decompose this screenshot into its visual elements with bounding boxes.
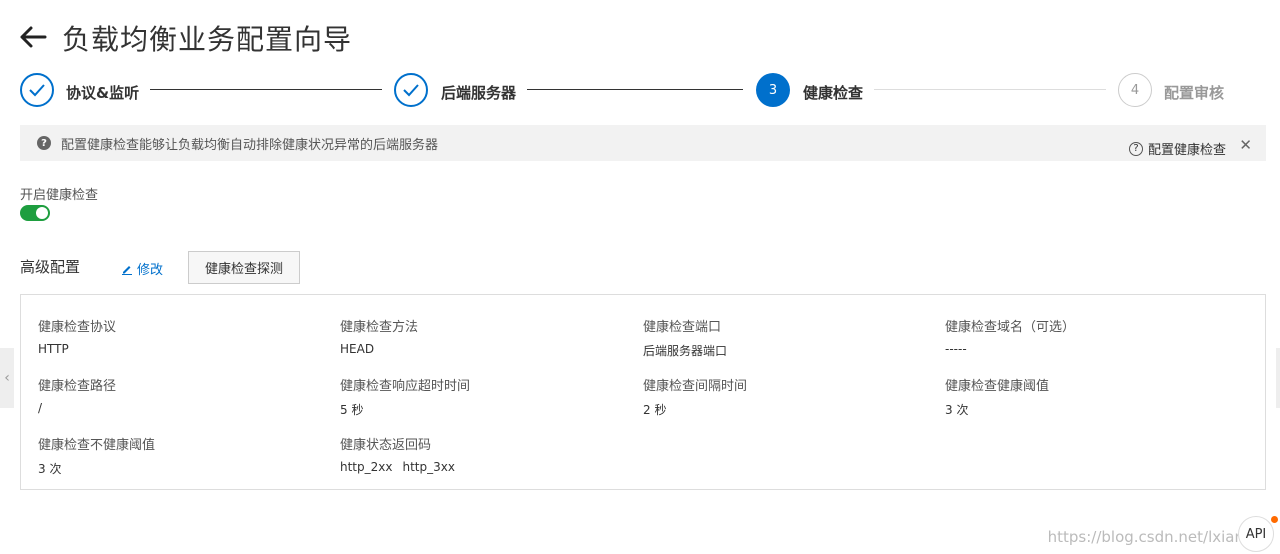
config-value: 3 次 — [38, 462, 62, 476]
help-link[interactable]: ? 配置健康检查 — [1128, 139, 1226, 158]
step-2-label: 后端服务器 — [441, 84, 517, 102]
config-key: 健康检查协议 — [38, 320, 117, 335]
step-connector — [150, 89, 382, 90]
health-check-toggle[interactable] — [20, 205, 50, 221]
edit-link[interactable]: 修改 — [121, 259, 163, 278]
config-key: 健康检查健康阈值 — [945, 379, 1050, 394]
health-check-label: 开启健康检查 — [20, 188, 99, 203]
edit-link-label: 修改 — [137, 263, 164, 278]
config-key: 健康检查方法 — [340, 320, 419, 335]
config-key: 健康检查端口 — [643, 320, 722, 335]
left-scroll-handle[interactable]: ‹ — [0, 348, 14, 408]
api-badge[interactable]: API — [1238, 516, 1274, 552]
config-value: HTTP — [38, 342, 69, 356]
help-link-label: 配置健康检查 — [1147, 143, 1226, 158]
config-key: 健康检查域名（可选） — [945, 320, 1076, 335]
config-key: 健康状态返回码 — [340, 438, 432, 453]
config-key: 健康检查间隔时间 — [643, 379, 748, 394]
config-unhealthy-threshold: 健康检查不健康阈值 3 次 — [38, 434, 155, 477]
health-probe-button[interactable]: 健康检查探测 — [188, 251, 300, 284]
config-value: HEAD — [340, 342, 375, 356]
info-notice: ? 配置健康检查能够让负载均衡自动排除健康状况异常的后端服务器 ? 配置健康检查… — [20, 125, 1266, 161]
right-scroll-handle[interactable] — [1276, 348, 1280, 408]
config-value: 5 秒 — [340, 403, 364, 417]
config-healthy-threshold: 健康检查健康阈值 3 次 — [945, 375, 1049, 418]
config-value: / — [38, 401, 43, 415]
advanced-config-title: 高级配置 — [20, 258, 81, 276]
config-timeout: 健康检查响应超时时间 5 秒 — [340, 375, 470, 418]
step-3-number: 3 — [756, 73, 790, 107]
config-value: http_2xx http_3xx — [340, 460, 455, 474]
config-protocol: 健康检查协议 HTTP — [38, 316, 116, 356]
config-interval: 健康检查间隔时间 2 秒 — [643, 375, 747, 418]
config-value: 3 次 — [945, 403, 969, 417]
pencil-icon — [122, 265, 132, 275]
config-status-codes: 健康状态返回码 http_2xx http_3xx — [340, 434, 455, 474]
step-4-number: 4 — [1118, 73, 1152, 107]
step-connector — [527, 89, 743, 90]
config-panel: 健康检查协议 HTTP 健康检查方法 HEAD 健康检查端口 后端服务器端口 健… — [20, 294, 1266, 490]
config-port: 健康检查端口 后端服务器端口 — [643, 316, 727, 359]
config-method: 健康检查方法 HEAD — [340, 316, 418, 356]
close-icon[interactable]: ✕ — [1239, 136, 1252, 154]
back-arrow-icon[interactable] — [18, 22, 48, 52]
step-1-check-icon — [20, 73, 54, 107]
config-path: 健康检查路径 / — [38, 375, 116, 415]
step-connector — [874, 89, 1106, 90]
config-key: 健康检查响应超时时间 — [340, 379, 471, 394]
notification-dot — [1271, 516, 1278, 523]
status-code: http_3xx — [402, 460, 455, 474]
question-outline-icon: ? — [1128, 141, 1143, 156]
status-code: http_2xx — [340, 460, 393, 474]
question-icon: ? — [37, 136, 51, 150]
page-title: 负载均衡业务配置向导 — [62, 23, 353, 56]
watermark: https://blog.csdn.net/lxian — [1047, 528, 1244, 546]
config-value: ----- — [945, 342, 967, 356]
config-key: 健康检查路径 — [38, 379, 117, 394]
config-value: 后端服务器端口 — [643, 344, 728, 358]
step-1-label: 协议&监听 — [66, 84, 140, 102]
step-4-label: 配置审核 — [1164, 84, 1225, 102]
config-value: 2 秒 — [643, 403, 667, 417]
notice-text: 配置健康检查能够让负载均衡自动排除健康状况异常的后端服务器 — [61, 137, 439, 153]
config-domain: 健康检查域名（可选） ----- — [945, 316, 1075, 356]
stepper: 协议&监听 后端服务器 3 健康检查 4 配置审核 — [0, 72, 1280, 112]
step-3-label: 健康检查 — [803, 84, 864, 102]
config-key: 健康检查不健康阈值 — [38, 438, 156, 453]
toggle-knob — [36, 207, 48, 219]
step-2-check-icon — [394, 73, 428, 107]
